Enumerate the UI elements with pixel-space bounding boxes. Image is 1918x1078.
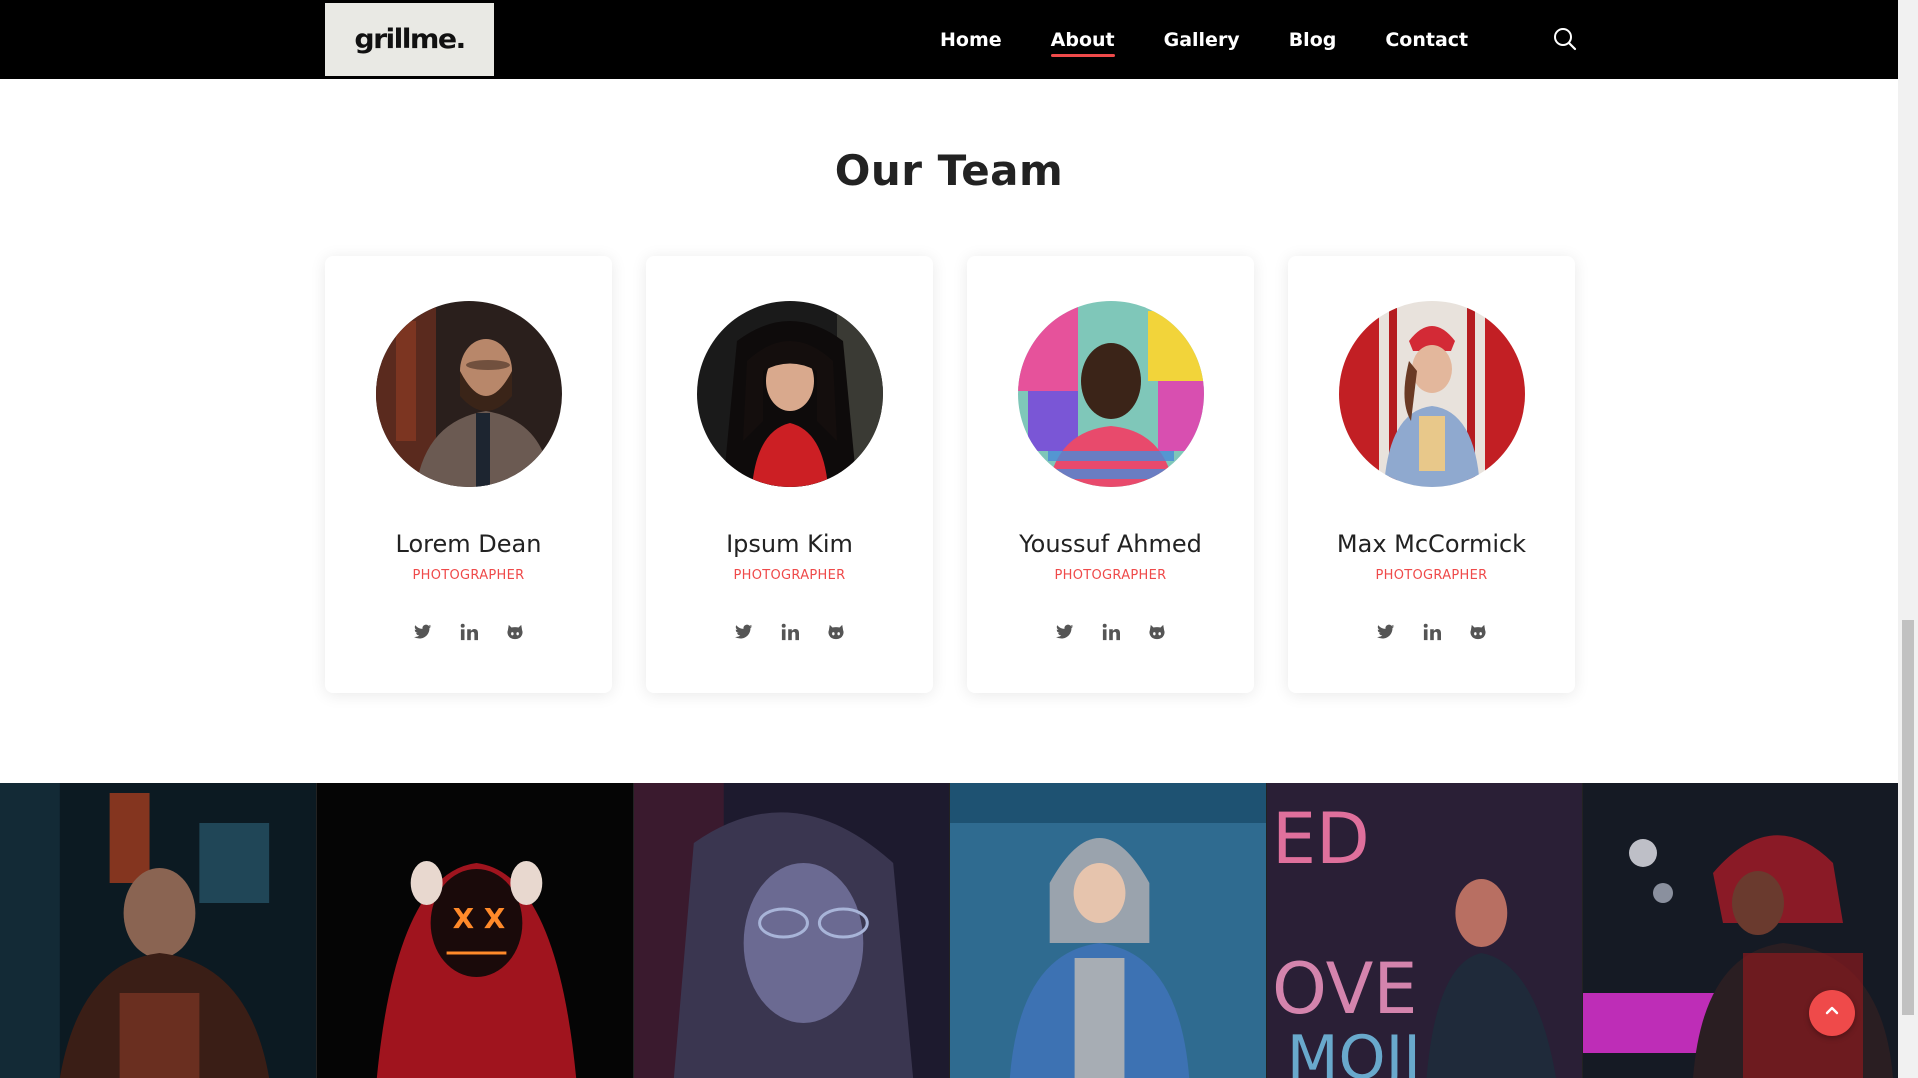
github-icon[interactable]	[1145, 620, 1169, 644]
page-scrollbar[interactable]	[1898, 0, 1918, 1078]
gallery-image[interactable]	[0, 783, 317, 1078]
twitter-icon[interactable]	[732, 620, 756, 644]
site-logo[interactable]: grillme.	[325, 3, 494, 76]
member-name: Lorem Dean	[395, 530, 542, 558]
svg-text:ED: ED	[1272, 799, 1370, 880]
nav-blog[interactable]: Blog	[1289, 23, 1337, 57]
social-links	[646, 620, 933, 644]
social-links	[325, 620, 612, 644]
nav-contact[interactable]: Contact	[1385, 23, 1468, 57]
avatar	[1018, 301, 1204, 487]
team-card: Lorem Dean PHOTOGRAPHER	[325, 256, 612, 693]
member-role: PHOTOGRAPHER	[1375, 568, 1488, 583]
github-icon[interactable]	[1466, 620, 1490, 644]
github-icon[interactable]	[824, 620, 848, 644]
gallery-image[interactable]: X X	[317, 783, 634, 1078]
twitter-icon[interactable]	[1374, 620, 1398, 644]
top-navbar: grillme. Home About Gallery Blog Contact	[0, 0, 1898, 79]
gallery-image[interactable]: ED OVE MOJI	[1267, 783, 1583, 1078]
member-role: PHOTOGRAPHER	[733, 568, 846, 583]
nav-about[interactable]: About	[1050, 23, 1115, 57]
svg-text:MOJI: MOJI	[1287, 1023, 1421, 1078]
team-card: Youssuf Ahmed PHOTOGRAPHER	[967, 256, 1254, 693]
twitter-icon[interactable]	[1053, 620, 1077, 644]
avatar	[697, 301, 883, 487]
linkedin-icon[interactable]	[457, 620, 481, 644]
team-card: Ipsum Kim PHOTOGRAPHER	[646, 256, 933, 693]
nav-home[interactable]: Home	[940, 23, 1002, 57]
svg-text:X X: X X	[453, 902, 506, 935]
gallery-image[interactable]	[950, 783, 1267, 1078]
member-role: PHOTOGRAPHER	[1054, 568, 1167, 583]
linkedin-icon[interactable]	[778, 620, 802, 644]
avatar	[1339, 301, 1525, 487]
svg-text:OVE: OVE	[1272, 949, 1418, 1030]
member-name: Max McCormick	[1336, 530, 1527, 558]
member-role: PHOTOGRAPHER	[412, 568, 525, 583]
nav-gallery[interactable]: Gallery	[1164, 23, 1240, 57]
member-name: Ipsum Kim	[726, 530, 853, 558]
linkedin-icon[interactable]	[1420, 620, 1444, 644]
chevron-up-icon	[1823, 1002, 1841, 1024]
gallery-image[interactable]	[1583, 783, 1898, 1078]
github-icon[interactable]	[503, 620, 527, 644]
member-name: Youssuf Ahmed	[1019, 530, 1202, 558]
twitter-icon[interactable]	[411, 620, 435, 644]
social-links	[1288, 620, 1575, 644]
section-title: Our Team	[834, 146, 1064, 195]
linkedin-icon[interactable]	[1099, 620, 1123, 644]
gallery-image[interactable]	[634, 783, 950, 1078]
social-links	[967, 620, 1254, 644]
team-grid: Lorem Dean PHOTOGRAPHER Ipsum Kim PHOTOG…	[325, 256, 1575, 693]
gallery-strip: X X ED OVE MOJI	[0, 783, 1898, 1078]
scrollbar-thumb[interactable]	[1902, 620, 1914, 1015]
back-to-top-button[interactable]	[1809, 990, 1855, 1036]
search-icon[interactable]	[1550, 24, 1580, 54]
team-card: Max McCormick PHOTOGRAPHER	[1288, 256, 1575, 693]
avatar	[376, 301, 562, 487]
logo-text: grillme.	[354, 24, 466, 55]
main-nav: Home About Gallery Blog Contact	[940, 0, 1517, 79]
